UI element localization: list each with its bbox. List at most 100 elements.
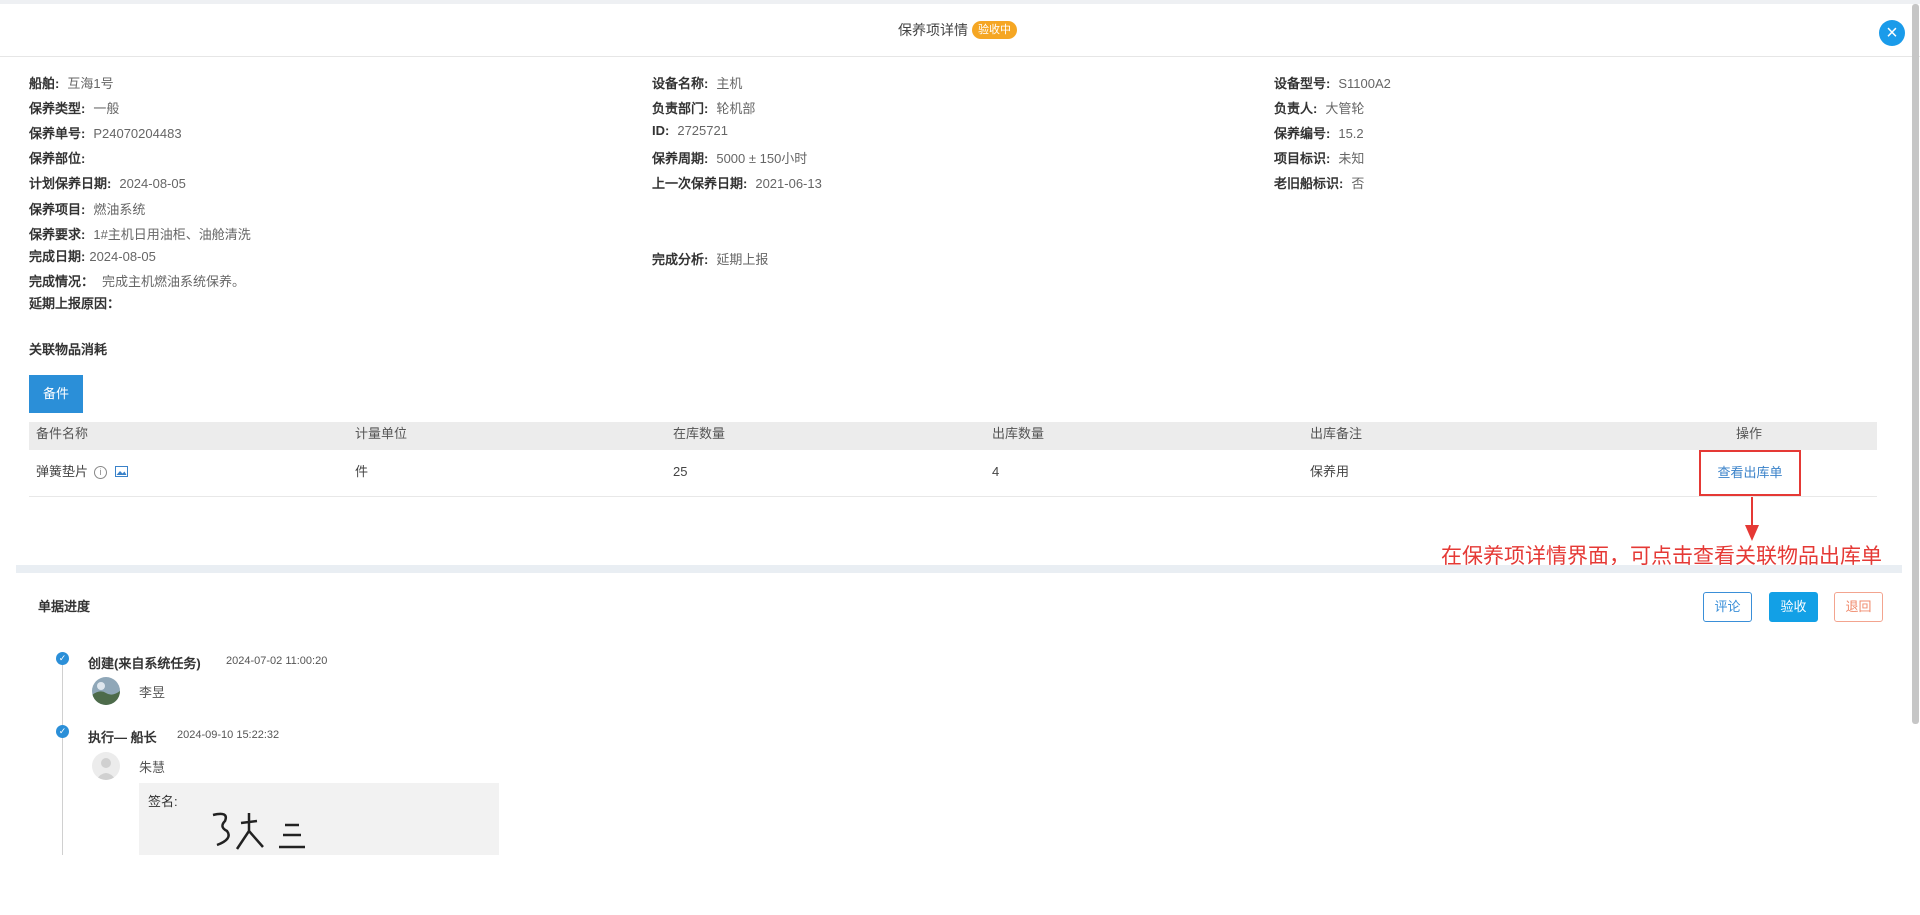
field-value: 主机 [716,76,743,91]
field-project-flag: 项目标识: 未知 [1274,148,1364,167]
title-group: 保养项详情 验收中 [898,20,1017,40]
view-outbound-order-link[interactable]: 查看出库单 [1699,450,1801,496]
field-label: 完成日期: [29,249,86,264]
annotation-arrow-icon [1745,497,1759,541]
field-label: 完成分析: [652,252,709,267]
check-icon: ✓ [56,725,69,738]
field-value: 2024-08-05 [119,176,186,191]
column-header: 备件名称 [36,426,89,441]
check-icon: ✓ [56,652,69,665]
step-time: 2024-07-02 11:00:20 [226,655,328,667]
field-order-no: 保养单号: P24070204483 [29,123,182,142]
avatar [92,752,120,780]
field-label: 老旧船标识: [1274,176,1344,191]
field-label: 保养部位: [29,151,86,166]
column-header: 在库数量 [673,426,726,441]
field-model: 设备型号: S1100A2 [1274,73,1391,92]
progress-section-title: 单据进度 [38,599,91,614]
field-label: 延期上报原因： [29,296,121,311]
field-value: 15.2 [1338,126,1364,141]
field-finish-date: 完成日期: 2024-08-05 [29,246,156,265]
field-value: 轮机部 [716,101,756,116]
field-label: 负责人: [1274,101,1318,116]
avatar [92,677,120,705]
spare-part-name-cell: 弹簧垫片 i [36,450,129,495]
step-time: 2024-09-10 15:22:32 [177,729,280,741]
step-person: 朱慧 [139,760,166,775]
field-department: 负责部门: 轮机部 [652,98,755,117]
field-label: 保养项目: [29,202,86,217]
column-header: 操作 [1736,426,1763,441]
tab-spare-parts[interactable]: 备件 [29,375,83,413]
column-header: 出库备注 [1310,426,1363,441]
field-value: 燃油系统 [93,202,146,217]
signature-box: 签名: [139,783,499,855]
field-label: 保养编号: [1274,126,1331,141]
field-value: 延期上报 [716,252,769,267]
field-label: 保养单号: [29,126,86,141]
step-title: 执行— 船长 [88,730,157,745]
spare-part-name: 弹簧垫片 [36,464,89,479]
step-person: 李昱 [139,685,166,700]
return-button[interactable]: 退回 [1834,592,1883,622]
field-label: 计划保养日期: [29,176,112,191]
field-value: 未知 [1338,151,1365,166]
dialog-header: 保养项详情 验收中 [0,4,1920,57]
out-qty-cell: 4 [992,464,1000,479]
field-old-ship-flag: 老旧船标识: 否 [1274,173,1364,192]
field-label: 设备型号: [1274,76,1331,91]
field-value: 5000 ± 150小时 [716,151,808,166]
section-divider [16,565,1902,573]
field-finish-analysis: 完成分析: 延期上报 [652,249,768,268]
field-value: P24070204483 [93,126,182,141]
table-row: 弹簧垫片 i 件 25 4 保养用 查看出库单 [29,450,1877,497]
column-header: 出库数量 [992,426,1045,441]
vertical-scrollbar[interactable] [1912,4,1919,724]
close-icon[interactable]: × [1879,20,1905,46]
field-requirement: 保养要求: 1#主机日用油柜、油舱清洗 [29,224,251,243]
timeline-line [62,660,63,855]
field-delay-reason: 延期上报原因： [29,293,128,312]
image-icon[interactable] [115,451,129,495]
comment-button[interactable]: 评论 [1703,592,1752,622]
field-value: 大管轮 [1325,101,1365,116]
column-header: 计量单位 [355,426,408,441]
page-title: 保养项详情 [898,22,968,38]
stock-qty-cell: 25 [673,464,688,479]
field-value: 2725721 [677,123,728,138]
field-label: 保养要求: [29,227,86,242]
field-maintenance-type: 保养类型: 一般 [29,98,119,117]
unit-cell: 件 [355,464,369,479]
status-badge: 验收中 [972,21,1017,39]
field-plan-date: 计划保养日期: 2024-08-05 [29,173,186,192]
table-header: 备件名称 计量单位 在库数量 出库数量 出库备注 操作 [29,422,1877,450]
field-last-date: 上一次保养日期: 2021-06-13 [652,173,822,192]
field-value: 互海1号 [67,76,114,91]
field-label: ID: [652,123,670,138]
step-title: 创建(来自系统任务) [88,656,201,671]
field-value: 完成主机燃油系统保养。 [102,274,246,289]
info-icon[interactable]: i [94,466,108,479]
signature-label: 签名: [148,794,178,809]
field-equipment-name: 设备名称: 主机 [652,73,742,92]
field-cycle: 保养周期: 5000 ± 150小时 [652,148,807,167]
field-part: 保养部位: [29,148,93,167]
field-value: 否 [1351,176,1365,191]
accept-button[interactable]: 验收 [1769,592,1818,622]
field-value: 一般 [93,101,120,116]
field-label: 完成情况： [29,274,95,289]
field-label: 项目标识: [1274,151,1331,166]
related-section-title: 关联物品消耗 [29,342,108,357]
field-label: 设备名称: [652,76,709,91]
field-ship: 船舶: 互海1号 [29,73,114,92]
field-code: 保养编号: 15.2 [1274,123,1364,142]
field-value: 1#主机日用油柜、油舱清洗 [93,227,251,242]
field-label: 保养周期: [652,151,709,166]
signature-image [212,812,305,850]
field-value: 2024-08-05 [89,249,156,264]
field-id: ID: 2725721 [652,123,728,138]
field-project: 保养项目: 燃油系统 [29,199,145,218]
spare-parts-table: 备件名称 计量单位 在库数量 出库数量 出库备注 操作 弹簧垫片 i 件 25 4… [29,422,1877,497]
field-label: 保养类型: [29,101,86,116]
field-value: S1100A2 [1338,76,1391,91]
